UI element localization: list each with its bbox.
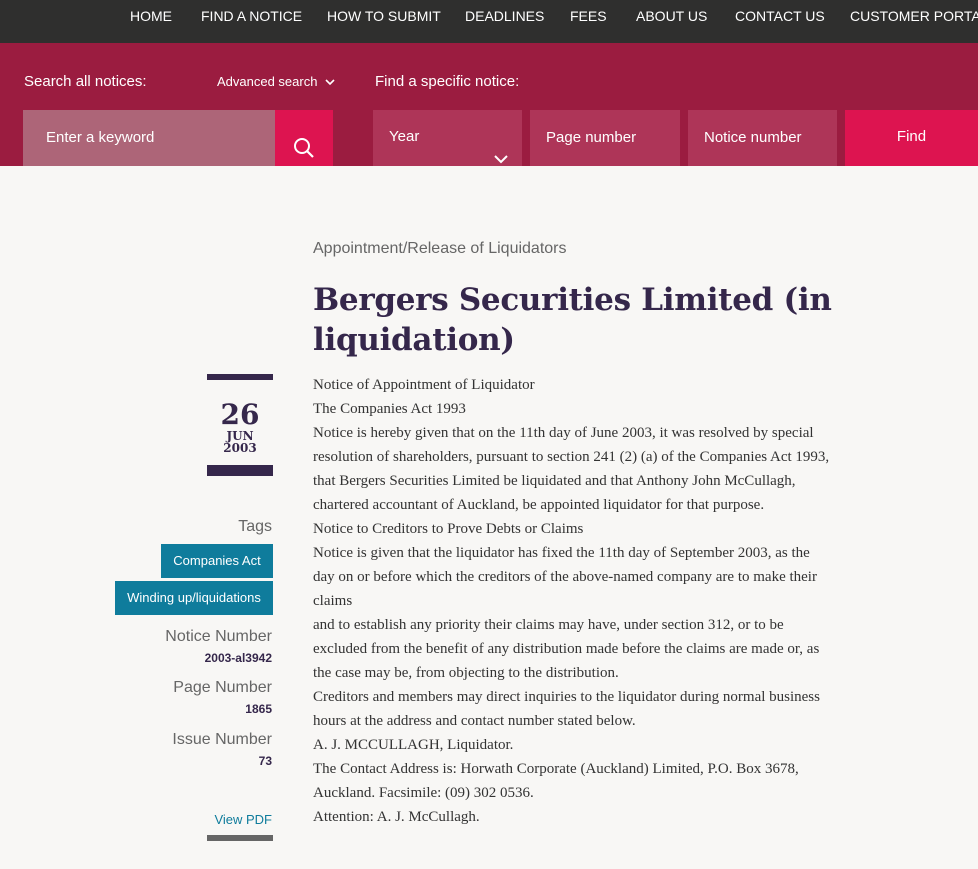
search-all-label: Search all notices: [24, 73, 147, 90]
find-specific-label: Find a specific notice: [375, 73, 520, 90]
body-paragraph: Notice is hereby given that on the 11th … [313, 425, 830, 513]
find-button-label: Find [896, 128, 927, 145]
page-number-input[interactable]: Page number [530, 110, 680, 166]
nav-home[interactable]: HOME [130, 8, 172, 24]
body-paragraph: and to establish any priority their clai… [313, 617, 820, 681]
notice-number-placeholder: Notice number [704, 129, 802, 146]
search-button[interactable] [275, 110, 333, 166]
date-year: 2003 [223, 441, 257, 455]
notice-category: Appointment/Release of Liquidators [313, 240, 567, 257]
page-number-label: Page Number [173, 679, 272, 696]
advanced-search-label: Advanced search [217, 74, 318, 89]
issue-number-label: Issue Number [172, 731, 272, 748]
chevron-down-icon [494, 133, 508, 187]
body-paragraph: The Companies Act 1993 [313, 401, 466, 417]
divider [207, 835, 273, 841]
keyword-placeholder: Enter a keyword [46, 129, 155, 146]
nav-find-a-notice[interactable]: FIND A NOTICE [201, 8, 302, 24]
search-icon [293, 127, 315, 183]
year-select-value: Year [389, 128, 420, 145]
body-paragraph: Creditors and members may direct inquiri… [313, 689, 820, 729]
nav-customer-portal[interactable]: CUSTOMER PORTAL [850, 8, 978, 24]
year-select[interactable]: Year [373, 110, 522, 166]
body-paragraph: Notice of Appointment of Liquidator [313, 377, 535, 393]
keyword-input[interactable]: Enter a keyword [23, 110, 275, 166]
body-paragraph: Notice to Creditors to Prove Debts or Cl… [313, 521, 584, 537]
notice-number-value: 2003-al3942 [204, 651, 272, 665]
body-paragraph: The Contact Address is: Horwath Corporat… [313, 761, 799, 801]
page-number-value: 1865 [245, 702, 272, 716]
tags-label: Tags [238, 518, 272, 535]
nav-about-us[interactable]: ABOUT US [636, 8, 707, 24]
search-band: Search all notices: Advanced search Find… [0, 43, 978, 166]
nav-how-to-submit[interactable]: HOW TO SUBMIT [327, 8, 441, 24]
body-paragraph: A. J. MCCULLAGH, Liquidator. [313, 737, 514, 753]
tag-companies-act[interactable]: Companies Act [161, 544, 273, 578]
body-paragraph: Notice is given that the liquidator has … [313, 545, 817, 609]
view-pdf-link[interactable]: View PDF [214, 812, 272, 827]
page-number-placeholder: Page number [546, 129, 637, 146]
date-block: 26 JUN 2003 [207, 374, 273, 476]
chevron-down-icon [325, 74, 335, 89]
find-button[interactable]: Find [845, 110, 978, 166]
nav-fees[interactable]: FEES [570, 8, 607, 24]
tag-winding-up-liquidations[interactable]: Winding up/liquidations [115, 581, 273, 615]
nav-deadlines[interactable]: DEADLINES [465, 8, 544, 24]
notice-number-label: Notice Number [165, 628, 272, 645]
notice-title: Bergers Securities Limited (in liquidati… [313, 282, 832, 358]
date-day: 26 [220, 398, 260, 431]
nav-contact-us[interactable]: CONTACT US [735, 8, 825, 24]
issue-number-value: 73 [258, 754, 272, 768]
advanced-search-link[interactable]: Advanced search [217, 74, 335, 89]
body-paragraph: Attention: A. J. McCullagh. [313, 809, 480, 825]
notice-body: Notice of Appointment of Liquidator The … [313, 373, 833, 829]
top-navigation: HOME FIND A NOTICE HOW TO SUBMIT DEADLIN… [0, 0, 978, 43]
notice-number-input[interactable]: Notice number [688, 110, 837, 166]
